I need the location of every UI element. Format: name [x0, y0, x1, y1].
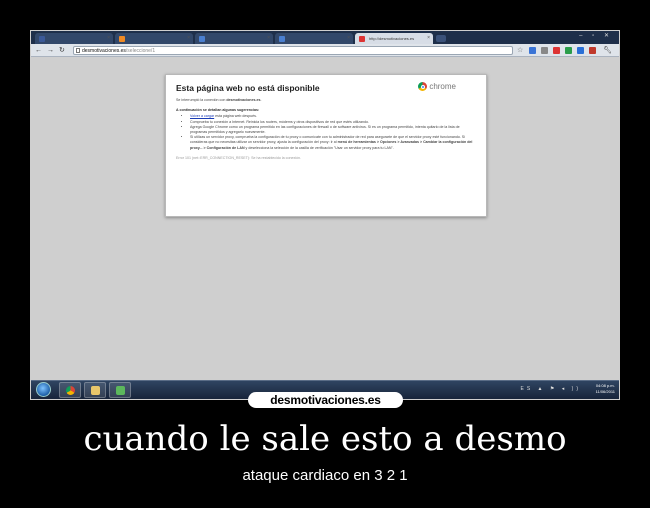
extension-icon[interactable]	[565, 47, 572, 54]
tab-strip: × × × × http://desmotivaciones.es × – ▫ ✕	[31, 31, 619, 44]
folder-icon	[91, 386, 100, 395]
list-item: Agrega Google Chrome como un programa pe…	[190, 125, 476, 135]
start-button[interactable]	[36, 382, 51, 397]
address-bar[interactable]: desmotivaciones.es/seleccione/1	[73, 46, 513, 55]
close-icon[interactable]: ×	[187, 33, 190, 44]
tab-3[interactable]: ×	[195, 33, 273, 44]
error-code: Error 101 (net::ERR_CONNECTION_RESET): S…	[176, 155, 302, 160]
blue-site-icon	[199, 36, 205, 42]
forward-arrow-icon[interactable]: →	[47, 45, 54, 56]
close-icon[interactable]: ×	[267, 33, 270, 44]
taskbar-clock[interactable]: 04:08 p.m. 11/06/2011	[596, 383, 615, 395]
url-path: /seleccione/1	[125, 48, 156, 54]
tab-desmotivaciones[interactable]: http://desmotivaciones.es ×	[355, 33, 433, 44]
blue-site-icon	[279, 36, 285, 42]
interrupted-message: Se interrumpió la conexión con desmotiva…	[176, 98, 262, 102]
window-controls[interactable]: – ▫ ✕	[579, 31, 613, 41]
close-icon[interactable]: ×	[427, 33, 430, 44]
tab-facebook[interactable]: ×	[35, 33, 113, 44]
browser-toolbar: ← → ↻ desmotivaciones.es/seleccione/1 ☆ …	[31, 44, 619, 57]
list-item: Si utilizas un servidor proxy, comprueba…	[190, 135, 476, 151]
orange-site-icon	[119, 36, 125, 42]
poster-subcaption: ataque cardiaco en 3 2 1	[242, 467, 408, 484]
new-tab-button[interactable]	[436, 35, 446, 42]
tab-4[interactable]: ×	[275, 33, 353, 44]
chrome-icon	[418, 82, 428, 91]
close-icon[interactable]: ×	[347, 33, 350, 44]
bookmark-star-icon[interactable]: ☆	[517, 45, 523, 56]
suggestion-list: Volver a cargar esta página web después.…	[176, 114, 476, 150]
poster-caption: cuando le sale esto a desmo	[83, 419, 567, 459]
wrench-icon[interactable]: 🔧︎	[603, 45, 612, 56]
taskbar-chrome[interactable]	[59, 382, 81, 398]
reload-icon[interactable]: ↻	[59, 45, 65, 56]
reload-link[interactable]: Volver a cargar	[190, 114, 214, 118]
facebook-icon	[39, 36, 45, 42]
url-host: desmotivaciones.es	[82, 48, 126, 54]
desmotivaciones-watermark: desmotivaciones.es	[248, 392, 403, 408]
extension-icon[interactable]	[577, 47, 584, 54]
back-arrow-icon[interactable]: ←	[35, 45, 42, 56]
error-card: Esta página web no está disponible chrom…	[165, 74, 487, 217]
tab-2[interactable]: ×	[115, 33, 193, 44]
extension-icon[interactable]	[553, 47, 560, 54]
extension-icon[interactable]	[541, 47, 548, 54]
page-content: Esta página web no está disponible chrom…	[31, 57, 619, 380]
extension-icon[interactable]	[529, 47, 536, 54]
suggestions-heading: A continuación se detallan algunas suger…	[176, 108, 260, 113]
close-icon[interactable]: ×	[107, 33, 110, 44]
error-page-icon	[359, 36, 365, 42]
system-tray[interactable]: ES ▲ ⚑ ◂ ))	[521, 386, 582, 392]
extension-icon[interactable]	[589, 47, 596, 54]
taskbar-explorer[interactable]	[84, 382, 106, 398]
chrome-icon	[66, 386, 75, 395]
app-icon	[116, 386, 125, 395]
chrome-logo: chrome	[418, 82, 456, 92]
taskbar-app[interactable]	[109, 382, 131, 398]
page-icon	[76, 48, 80, 53]
screenshot-frame: × × × × http://desmotivaciones.es × – ▫ ✕…	[30, 30, 620, 400]
